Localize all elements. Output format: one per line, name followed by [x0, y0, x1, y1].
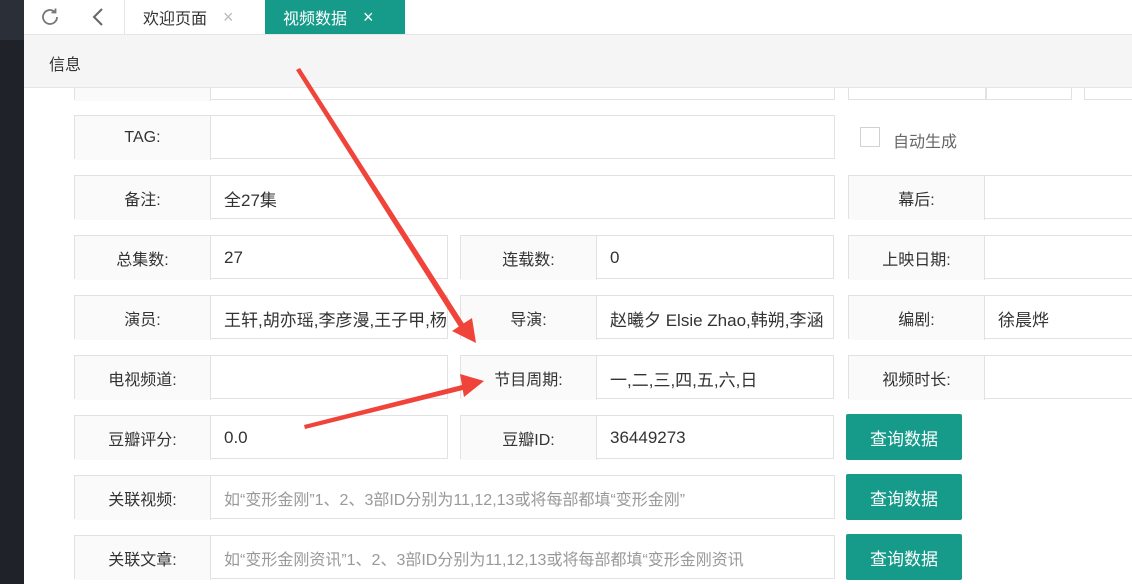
- douban-id-label: 豆瓣ID:: [461, 416, 597, 460]
- query-data-button[interactable]: 查询数据: [846, 474, 962, 520]
- close-icon[interactable]: ×: [223, 7, 234, 28]
- query-data-button[interactable]: 查询数据: [846, 414, 962, 460]
- serial-count-label: 连载数:: [461, 236, 597, 280]
- remark-field: 备注: 全27集: [74, 175, 835, 220]
- tv-channel-field: 电视频道:: [74, 355, 448, 400]
- query-data-button[interactable]: 查询数据: [846, 534, 962, 580]
- tab-bar: 欢迎页面 × 视频数据 ×: [24, 0, 1132, 35]
- tv-channel-label: 电视频道:: [75, 356, 211, 400]
- director-field: 导演: 赵曦夕 Elsie Zhao,韩朔,李涵: [460, 295, 834, 340]
- remark-input[interactable]: 全27集: [211, 176, 834, 220]
- form-area: TAG: 自动生成 备注: 全27集 幕后: 总集数: 27 连载数: 0 上映…: [24, 88, 1132, 584]
- release-date-input[interactable]: [985, 236, 1132, 280]
- writer-field: 编剧: 徐晨烨: [848, 295, 1132, 340]
- release-date-label: 上映日期:: [849, 236, 985, 280]
- tag-label: TAG:: [75, 116, 211, 160]
- douban-score-label: 豆瓣评分:: [75, 416, 211, 460]
- tab-welcome-label: 欢迎页面: [143, 11, 208, 28]
- sidebar-active-item[interactable]: [0, 0, 24, 40]
- close-icon[interactable]: ×: [363, 7, 374, 28]
- related-video-input[interactable]: 如“变形金刚”1、2、3部ID分别为11,12,13或将每部都填“变形金刚”: [211, 476, 834, 520]
- partial-field: [74, 88, 835, 101]
- tab-video-data-label: 视频数据: [283, 11, 348, 28]
- duration-label: 视频时长:: [849, 356, 985, 400]
- total-episodes-field: 总集数: 27: [74, 235, 448, 280]
- remark-label: 备注:: [75, 176, 211, 220]
- behind-label: 幕后:: [849, 176, 985, 220]
- serial-count-field: 连载数: 0: [460, 235, 834, 280]
- douban-id-field: 豆瓣ID: 36449273: [460, 415, 834, 460]
- refresh-icon[interactable]: [32, 0, 68, 34]
- actors-field: 演员: 王轩,胡亦瑶,李彦漫,王子甲,杨: [74, 295, 448, 340]
- tab-video-data[interactable]: 视频数据 ×: [265, 0, 405, 34]
- partial-field-label: [75, 88, 211, 101]
- writer-input[interactable]: 徐晨烨: [985, 296, 1132, 340]
- back-icon[interactable]: [80, 0, 116, 34]
- duration-field: 视频时长:: [848, 355, 1132, 400]
- duration-input[interactable]: [985, 356, 1132, 400]
- auto-generate-checkbox[interactable]: [860, 127, 880, 147]
- info-header: 信息: [24, 35, 1132, 88]
- auto-generate-label: 自动生成: [893, 134, 958, 151]
- related-article-label: 关联文章:: [75, 536, 211, 580]
- partial-field: [1084, 88, 1132, 100]
- director-input[interactable]: 赵曦夕 Elsie Zhao,韩朔,李涵: [597, 296, 833, 340]
- tab-welcome[interactable]: 欢迎页面 ×: [124, 0, 266, 34]
- related-article-field: 关联文章: 如“变形金刚资讯”1、2、3部ID分别为11,12,13或将每部都填…: [74, 535, 835, 580]
- partial-field: [986, 88, 1072, 100]
- behind-field: 幕后:: [848, 175, 1132, 220]
- tag-input[interactable]: [211, 116, 834, 160]
- total-episodes-input[interactable]: 27: [211, 236, 447, 280]
- partial-field: [848, 88, 986, 100]
- schedule-input[interactable]: 一,二,三,四,五,六,日: [597, 356, 833, 400]
- related-video-label: 关联视频:: [75, 476, 211, 520]
- left-sidebar: [0, 0, 24, 584]
- douban-score-field: 豆瓣评分: 0.0: [74, 415, 448, 460]
- writer-label: 编剧:: [849, 296, 985, 340]
- director-label: 导演:: [461, 296, 597, 340]
- tag-field: TAG:: [74, 115, 835, 160]
- related-video-field: 关联视频: 如“变形金刚”1、2、3部ID分别为11,12,13或将每部都填“变…: [74, 475, 835, 520]
- douban-score-input[interactable]: 0.0: [211, 416, 447, 460]
- release-date-field: 上映日期:: [848, 235, 1132, 280]
- serial-count-input[interactable]: 0: [597, 236, 833, 280]
- actors-input[interactable]: 王轩,胡亦瑶,李彦漫,王子甲,杨: [211, 296, 447, 340]
- tv-channel-input[interactable]: [211, 356, 447, 400]
- total-episodes-label: 总集数:: [75, 236, 211, 280]
- actors-label: 演员:: [75, 296, 211, 340]
- related-article-input[interactable]: 如“变形金刚资讯”1、2、3部ID分别为11,12,13或将每部都填“变形金刚资…: [211, 536, 834, 580]
- douban-id-input[interactable]: 36449273: [597, 416, 833, 460]
- schedule-label: 节目周期:: [461, 356, 597, 400]
- schedule-field: 节目周期: 一,二,三,四,五,六,日: [460, 355, 834, 400]
- info-title: 信息: [49, 57, 82, 74]
- behind-input[interactable]: [985, 176, 1132, 220]
